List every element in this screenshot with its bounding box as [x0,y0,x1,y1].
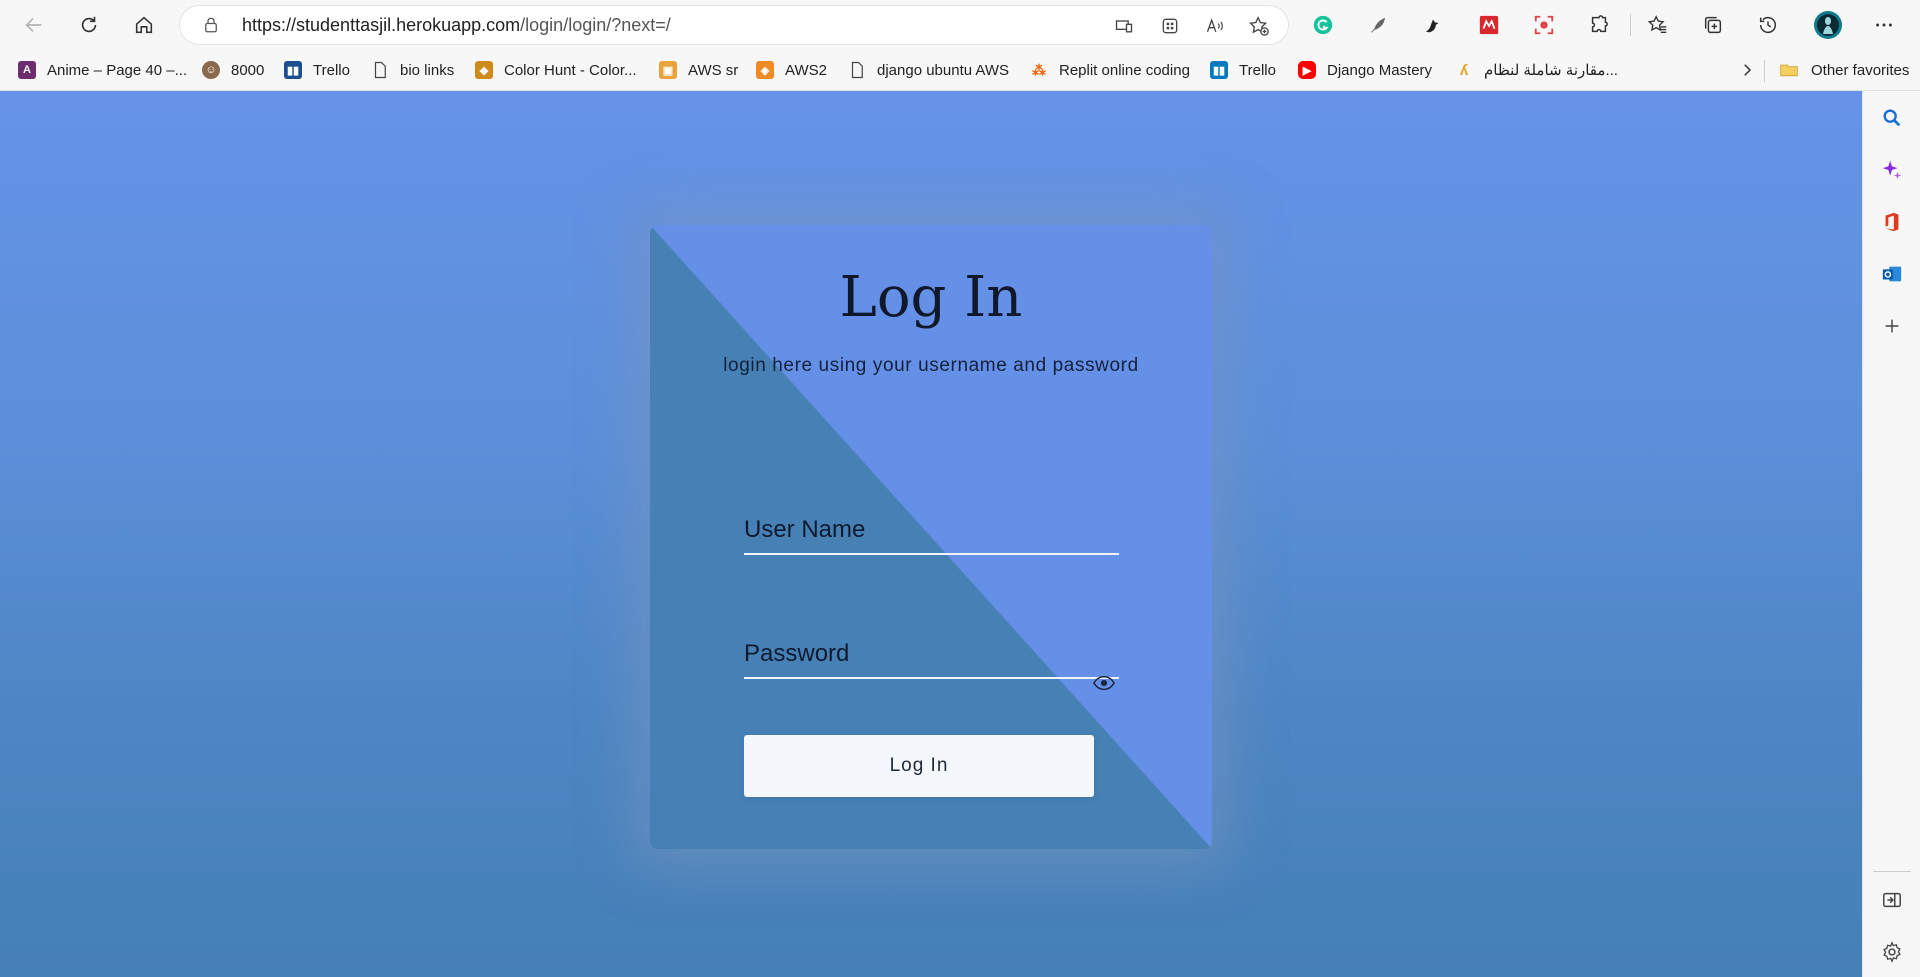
more-menu-icon[interactable] [1871,12,1897,38]
colorhunt-favicon-icon: ◆ [475,61,493,79]
favorite-item[interactable]: ▶ Django Mastery [1298,58,1432,82]
favorite-item[interactable]: ◆ Color Hunt - Color... [475,58,637,82]
sidebar-add-icon[interactable] [1879,313,1905,339]
favorite-label: Anime – Page 40 –... [47,61,188,79]
home-button[interactable] [126,7,162,43]
home-icon [135,16,153,34]
sidebar-hide-icon[interactable] [1879,887,1905,913]
trello-favicon-icon: ▮▮ [284,61,302,79]
address-bar[interactable]: https://studenttasjil.herokuapp.com/logi… [180,6,1288,44]
password-input[interactable] [744,631,1119,677]
favorite-item[interactable]: A Anime – Page 40 –... [18,58,187,82]
browser-toolbar: https://studenttasjil.herokuapp.com/logi… [0,0,1920,50]
favorite-label: Trello [1239,61,1276,79]
sidebar-settings-gear-icon[interactable] [1879,939,1905,965]
mendeley-extension-icon[interactable] [1476,12,1502,38]
url-text[interactable]: https://studenttasjil.herokuapp.com/logi… [242,15,671,36]
favorite-label: Django Mastery [1327,61,1433,79]
read-aloud-icon[interactable] [1204,15,1226,37]
login-button[interactable]: Log In [744,735,1094,797]
grammarly-extension-icon[interactable] [1310,12,1336,38]
favorite-label: AWS sr [688,61,739,79]
favorite-item[interactable]: ʎ مقارنة شاملة لنظام... [1455,58,1618,82]
sidebar-search-icon[interactable] [1879,105,1905,131]
favorite-label: Replit online coding [1059,61,1190,79]
page-icon [848,61,866,79]
sidebar-copilot-sparkle-icon[interactable] [1879,157,1905,183]
sidebar-outlook-icon[interactable] [1879,261,1905,287]
chevron-right-icon [1744,64,1752,76]
sidebar-office-icon[interactable] [1879,209,1905,235]
extensions-puzzle-icon[interactable] [1586,12,1612,38]
favorites-bar: A Anime – Page 40 –... ☺ 8000 ▮▮ Trello bio… [0,50,1920,91]
url-path: /login/login/?next=/ [520,15,671,35]
username-input[interactable] [744,507,1119,553]
edge-sidebar [1862,91,1920,977]
lock-icon[interactable] [202,16,220,34]
show-password-eye-icon[interactable] [1093,675,1115,691]
url-host: https://studenttasjil.herokuapp.com [242,15,521,35]
youtube-favicon-icon: ▶ [1298,61,1316,79]
arrow-left-icon [25,17,42,33]
favorites-icon[interactable] [1645,12,1671,38]
favorites-divider [1764,60,1765,82]
favorite-label: Other favorites [1811,61,1910,79]
username-field[interactable] [744,507,1119,555]
favorite-item[interactable]: ◈ AWS2 [756,58,827,82]
favorite-label: Color Hunt - Color... [504,61,637,79]
user-favicon-icon: ☺ [202,61,220,79]
favorites-overflow-button[interactable] [1738,58,1756,82]
refresh-icon [81,16,97,33]
aws-cube-icon: ◈ [756,61,774,79]
replit-favicon-icon: ⁂ [1032,61,1046,78]
aws-box-icon: ▣ [659,61,677,79]
bird-extension-icon[interactable] [1420,12,1446,38]
page-icon [371,61,389,79]
login-subtitle: login here using your username and passw… [723,355,1139,376]
favorite-label: 8000 [231,61,265,79]
folder-icon [1778,61,1800,79]
favorite-item[interactable]: ☺ 8000 [202,58,264,82]
collections-icon[interactable] [1700,12,1726,38]
history-icon[interactable] [1755,12,1781,38]
favorite-label: AWS2 [785,61,827,79]
anime-favicon-icon: A [18,61,36,79]
trello-favicon-icon: ▮▮ [1210,61,1228,79]
toolbar-divider [1630,14,1631,36]
feather-extension-icon[interactable] [1365,12,1391,38]
other-favorites-folder[interactable]: Other favorites [1778,58,1909,82]
favorite-item[interactable]: ⁂ Replit online coding [1030,58,1190,82]
favorite-item[interactable]: ▣ AWS sr [659,58,738,82]
extensions-grid-icon[interactable] [1159,15,1181,37]
favorite-label: django ubuntu AWS [877,61,1010,79]
profile-avatar[interactable] [1813,10,1843,40]
favorite-item[interactable]: ▮▮ Trello [284,58,350,82]
favorite-label: bio links [400,61,455,79]
favorite-item[interactable]: bio links [371,58,454,82]
page-background: Log In login here using your username an… [0,91,1862,977]
login-title: Log In [839,265,1023,330]
back-button[interactable] [16,7,52,43]
favorite-item[interactable]: django ubuntu AWS [848,58,1009,82]
add-favorite-icon[interactable] [1248,15,1270,37]
refresh-button[interactable] [71,7,107,43]
arabic-site-favicon-icon: ʎ [1459,61,1469,79]
login-card: Log In login here using your username an… [650,225,1212,849]
sidebar-divider [1873,871,1911,872]
screen-capture-extension-icon[interactable] [1531,12,1557,38]
favorite-item[interactable]: ▮▮ Trello [1210,58,1276,82]
password-field[interactable] [744,631,1119,679]
favorite-label: مقارنة شاملة لنظام... [1484,62,1618,79]
favorite-label: Trello [313,61,350,79]
app-available-icon[interactable] [1113,15,1135,37]
